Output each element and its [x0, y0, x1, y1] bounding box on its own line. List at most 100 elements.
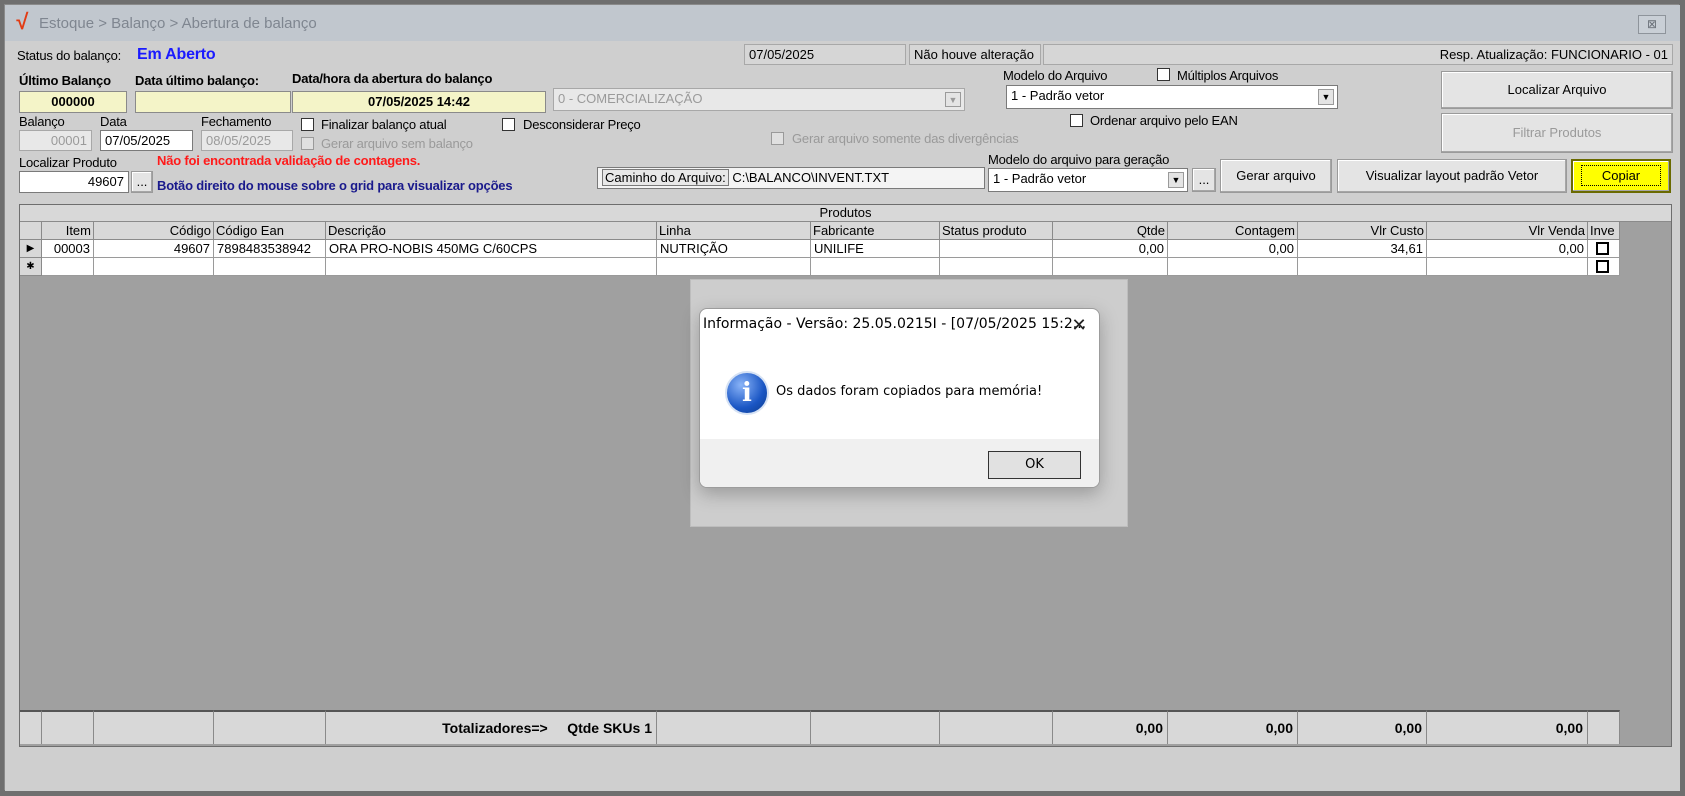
row-current-indicator-icon: ▶ — [20, 240, 42, 258]
gerar-arquivo-button[interactable]: Gerar arquivo — [1220, 159, 1332, 193]
modelo-geracao-select[interactable]: 1 - Padrão vetor ▼ — [988, 168, 1188, 192]
col-item[interactable]: Item — [42, 222, 94, 240]
multiplos-checkbox[interactable] — [1157, 68, 1170, 81]
modelo-geracao-lookup-button[interactable]: ... — [1192, 168, 1216, 192]
title-bar: √ Estoque > Balanço > Abertura de balanç… — [5, 5, 1680, 41]
totals-label-cell: Totalizadores=> Qtde SKUs 1 — [326, 710, 657, 744]
caminho-arquivo[interactable]: Caminho do Arquivo: C:\BALANCO\INVENT.TX… — [597, 167, 985, 189]
row-descricao[interactable]: ORA PRO-NOBIS 450MG C/60CPS — [326, 240, 657, 258]
gerar-divergencias-label: Gerar arquivo somente das divergências — [792, 131, 1019, 146]
grid-caption: Produtos — [20, 205, 1671, 222]
new-row-cell[interactable] — [94, 258, 214, 276]
app-logo-icon: √ — [15, 9, 28, 34]
modelo-geracao-label: Modelo do arquivo para geração — [988, 152, 1170, 167]
data-ultimo-label: Data último balanço: — [135, 73, 259, 88]
new-row-cell[interactable] — [326, 258, 657, 276]
row-item[interactable]: 00003 — [42, 240, 94, 258]
visualizar-layout-button[interactable]: Visualizar layout padrão Vetor — [1337, 159, 1567, 193]
finalizar-checkbox[interactable] — [301, 118, 314, 131]
new-row-cell[interactable] — [1298, 258, 1427, 276]
new-row-cell[interactable] — [940, 258, 1053, 276]
new-row-cell[interactable] — [811, 258, 940, 276]
new-row-inve[interactable] — [1588, 258, 1620, 276]
caminho-value: C:\BALANCO\INVENT.TXT — [732, 170, 890, 185]
col-contagem[interactable]: Contagem — [1168, 222, 1298, 240]
data-label: Data — [100, 114, 127, 129]
col-fabricante[interactable]: Fabricante — [811, 222, 940, 240]
desconsiderar-label: Desconsiderar Preço — [523, 117, 641, 132]
row-fabricante[interactable]: UNILIFE — [811, 240, 940, 258]
row-status-produto[interactable] — [940, 240, 1053, 258]
totals-linha — [657, 710, 811, 744]
dialog-title: Informação - Versão: 25.05.0215I - [07/0… — [703, 316, 1087, 332]
new-row-indicator-icon: ✱ — [20, 258, 42, 276]
col-qtde[interactable]: Qtde — [1053, 222, 1168, 240]
ordenar-ean-checkbox[interactable] — [1070, 114, 1083, 127]
new-row-cell[interactable] — [1427, 258, 1588, 276]
gerar-sem-balanco-label: Gerar arquivo sem balanço — [321, 136, 473, 151]
totals-vlr-venda: 0,00 — [1427, 710, 1588, 744]
modelo-arquivo-select[interactable]: 1 - Padrão vetor ▼ — [1006, 85, 1338, 109]
inve-checkbox[interactable] — [1596, 242, 1609, 255]
totals-inve — [1588, 710, 1620, 744]
col-vlr-custo[interactable]: Vlr Custo — [1298, 222, 1427, 240]
tipo-select: 0 - COMERCIALIZAÇÃO ▼ — [553, 88, 965, 111]
row-codigo-ean[interactable]: 7898483538942 — [214, 240, 326, 258]
col-codigo[interactable]: Código — [94, 222, 214, 240]
dialog-footer: OK — [700, 439, 1099, 487]
inve-checkbox[interactable] — [1596, 260, 1609, 273]
col-codigo-ean[interactable]: Código Ean — [214, 222, 326, 240]
col-linha[interactable]: Linha — [657, 222, 811, 240]
new-row-cell[interactable] — [1053, 258, 1168, 276]
gerar-divergencias-checkbox — [771, 132, 784, 145]
new-row-cell[interactable] — [1168, 258, 1298, 276]
localizar-produto-lookup-button[interactable]: ... — [131, 171, 153, 193]
row-qtde[interactable]: 0,00 — [1053, 240, 1168, 258]
chevron-down-icon: ▼ — [945, 92, 961, 107]
ordenar-ean-label: Ordenar arquivo pelo EAN — [1090, 113, 1238, 128]
ok-button[interactable]: OK — [988, 451, 1081, 479]
filtrar-produtos-button: Filtrar Produtos — [1441, 113, 1673, 153]
col-inve[interactable]: Inve — [1588, 222, 1620, 240]
col-status-produto[interactable]: Status produto — [940, 222, 1053, 240]
chevron-down-icon: ▼ — [1168, 172, 1184, 188]
new-row-cell[interactable] — [657, 258, 811, 276]
copiar-button[interactable]: Copiar — [1571, 159, 1671, 193]
dialog-close-button[interactable]: ✕ — [1068, 315, 1090, 336]
totals-codigo — [94, 710, 214, 744]
copiar-label: Copiar — [1580, 165, 1662, 186]
data-field[interactable]: 07/05/2025 — [100, 130, 193, 151]
new-row-cell[interactable] — [42, 258, 94, 276]
totals-fabricante — [811, 710, 940, 744]
chevron-down-icon: ▼ — [1318, 89, 1334, 105]
localizar-produto-field[interactable]: 49607 — [19, 171, 129, 193]
totals-vlr-custo: 0,00 — [1298, 710, 1427, 744]
info-icon: i — [725, 371, 769, 415]
totals-indicator — [20, 710, 42, 744]
col-descricao[interactable]: Descrição — [326, 222, 657, 240]
balanco-field: 00001 — [19, 130, 92, 151]
ultimo-balanco-label: Último Balanço — [19, 73, 111, 88]
totals-status — [940, 710, 1053, 744]
row-vlr-venda[interactable]: 0,00 — [1427, 240, 1588, 258]
ultimo-balanco-field: 000000 — [19, 91, 127, 113]
row-vlr-custo[interactable]: 34,61 — [1298, 240, 1427, 258]
row-contagem[interactable]: 0,00 — [1168, 240, 1298, 258]
resp-atualizacao: Resp. Atualização: FUNCIONARIO - 01 — [1043, 44, 1673, 65]
status-label: Status do balanço: — [17, 48, 122, 63]
fechamento-label: Fechamento — [201, 114, 272, 129]
row-inve[interactable] — [1588, 240, 1620, 258]
balanco-label: Balanço — [19, 114, 65, 129]
desconsiderar-checkbox[interactable] — [502, 118, 515, 131]
row-codigo[interactable]: 49607 — [94, 240, 214, 258]
new-row-cell[interactable] — [214, 258, 326, 276]
totals-contagem: 0,00 — [1168, 710, 1298, 744]
validacao-warning: Não foi encontrada validação de contagen… — [157, 153, 421, 168]
grid-header-indicator — [20, 222, 42, 240]
dialog-message: Os dados foram copiados para memória! — [776, 384, 1043, 399]
row-linha[interactable]: NUTRIÇÃO — [657, 240, 811, 258]
col-vlr-venda[interactable]: Vlr Venda — [1427, 222, 1588, 240]
localizar-arquivo-button[interactable]: Localizar Arquivo — [1441, 71, 1673, 109]
window-close-button[interactable]: ⊠ — [1638, 15, 1666, 34]
modelo-arquivo-label: Modelo do Arquivo — [1003, 68, 1108, 83]
